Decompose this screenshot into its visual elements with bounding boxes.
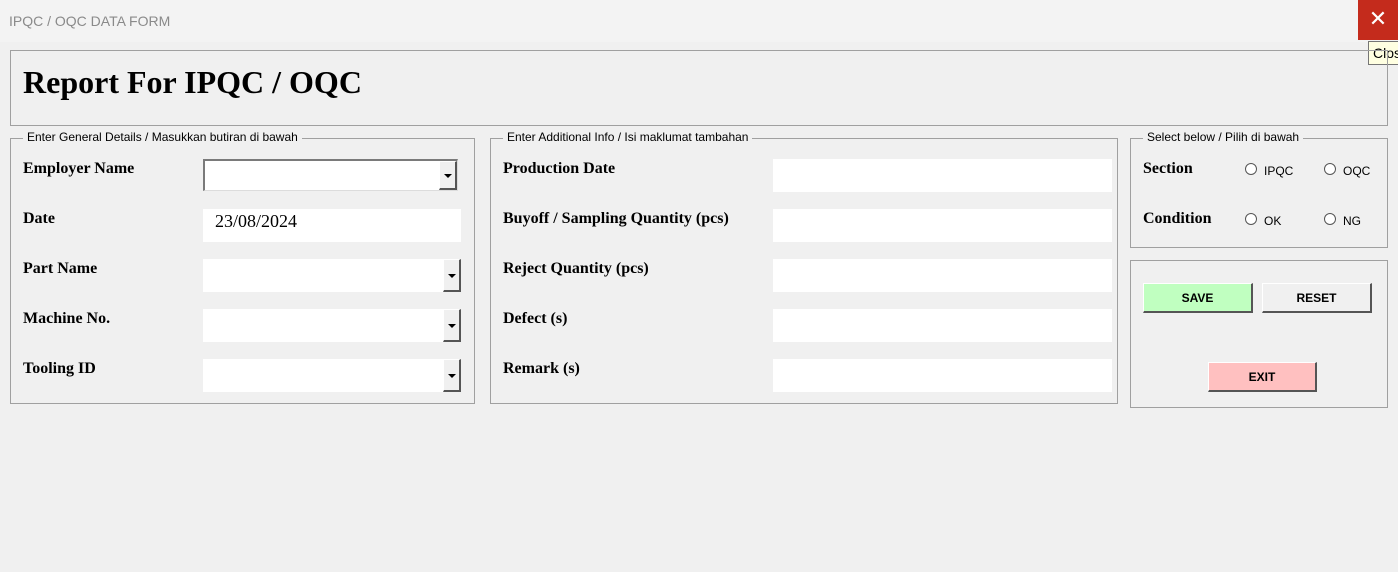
general-details-caption: Enter General Details / Masukkan butiran… <box>23 130 302 144</box>
part-name-combo[interactable] <box>203 259 461 292</box>
production-date-field[interactable] <box>773 159 1112 192</box>
buyoff-quantity-field[interactable] <box>773 209 1112 242</box>
employer-dropdown-button[interactable] <box>439 161 457 190</box>
chevron-down-icon <box>447 274 456 278</box>
exit-button[interactable]: EXIT <box>1208 362 1317 392</box>
section-ipqc-label: IPQC <box>1264 164 1294 178</box>
part-name-dropdown-button[interactable] <box>443 259 461 292</box>
date-value: 23/08/2024 <box>215 211 298 231</box>
close-button[interactable]: ✕ <box>1358 0 1398 40</box>
tooling-id-dropdown-button[interactable] <box>443 359 461 392</box>
save-button[interactable]: SAVE <box>1143 283 1253 313</box>
page-title: Report For IPQC / OQC <box>23 64 362 100</box>
date-field[interactable]: 23/08/2024 <box>203 209 461 242</box>
date-label: Date <box>23 210 55 227</box>
section-oqc-label: OQC <box>1343 164 1371 178</box>
buyoff-quantity-label: Buyoff / Sampling Quantity (pcs) <box>503 210 729 227</box>
condition-ok-label: OK <box>1264 214 1282 228</box>
select-group: Select below / Pilih di bawah <box>1130 130 1388 248</box>
close-icon: ✕ <box>1368 7 1388 32</box>
section-label: Section <box>1143 160 1193 177</box>
machine-no-label: Machine No. <box>23 310 111 327</box>
part-name-label: Part Name <box>23 260 98 277</box>
section-ipqc-radio[interactable] <box>1245 163 1257 175</box>
chevron-down-icon <box>443 174 452 178</box>
defect-field[interactable] <box>773 309 1112 342</box>
remark-label: Remark (s) <box>503 360 580 377</box>
window-title: IPQC / OQC DATA FORM <box>9 13 171 29</box>
condition-ng-radio[interactable] <box>1324 213 1336 225</box>
production-date-label: Production Date <box>503 160 616 177</box>
reset-button[interactable]: RESET <box>1262 283 1372 313</box>
condition-label: Condition <box>1143 210 1212 227</box>
machine-no-dropdown-button[interactable] <box>443 309 461 342</box>
employer-name-label: Employer Name <box>23 160 135 177</box>
select-caption: Select below / Pilih di bawah <box>1143 130 1304 144</box>
remark-field[interactable] <box>773 359 1112 392</box>
defect-label: Defect (s) <box>503 310 568 327</box>
reject-quantity-label: Reject Quantity (pcs) <box>503 260 649 277</box>
chevron-down-icon <box>447 374 456 378</box>
reject-quantity-field[interactable] <box>773 259 1112 292</box>
section-oqc-radio[interactable] <box>1324 163 1336 175</box>
machine-no-combo[interactable] <box>203 309 461 342</box>
employer-name-combo[interactable] <box>203 159 458 191</box>
additional-info-caption: Enter Additional Info / Isi maklumat tam… <box>503 130 753 144</box>
title-bar: IPQC / OQC DATA FORM ✕ <box>0 0 1398 42</box>
condition-ok-radio[interactable] <box>1245 213 1257 225</box>
tooling-id-combo[interactable] <box>203 359 461 392</box>
chevron-down-icon <box>447 324 456 328</box>
tooling-id-label: Tooling ID <box>23 360 96 377</box>
condition-ng-label: NG <box>1343 214 1361 228</box>
